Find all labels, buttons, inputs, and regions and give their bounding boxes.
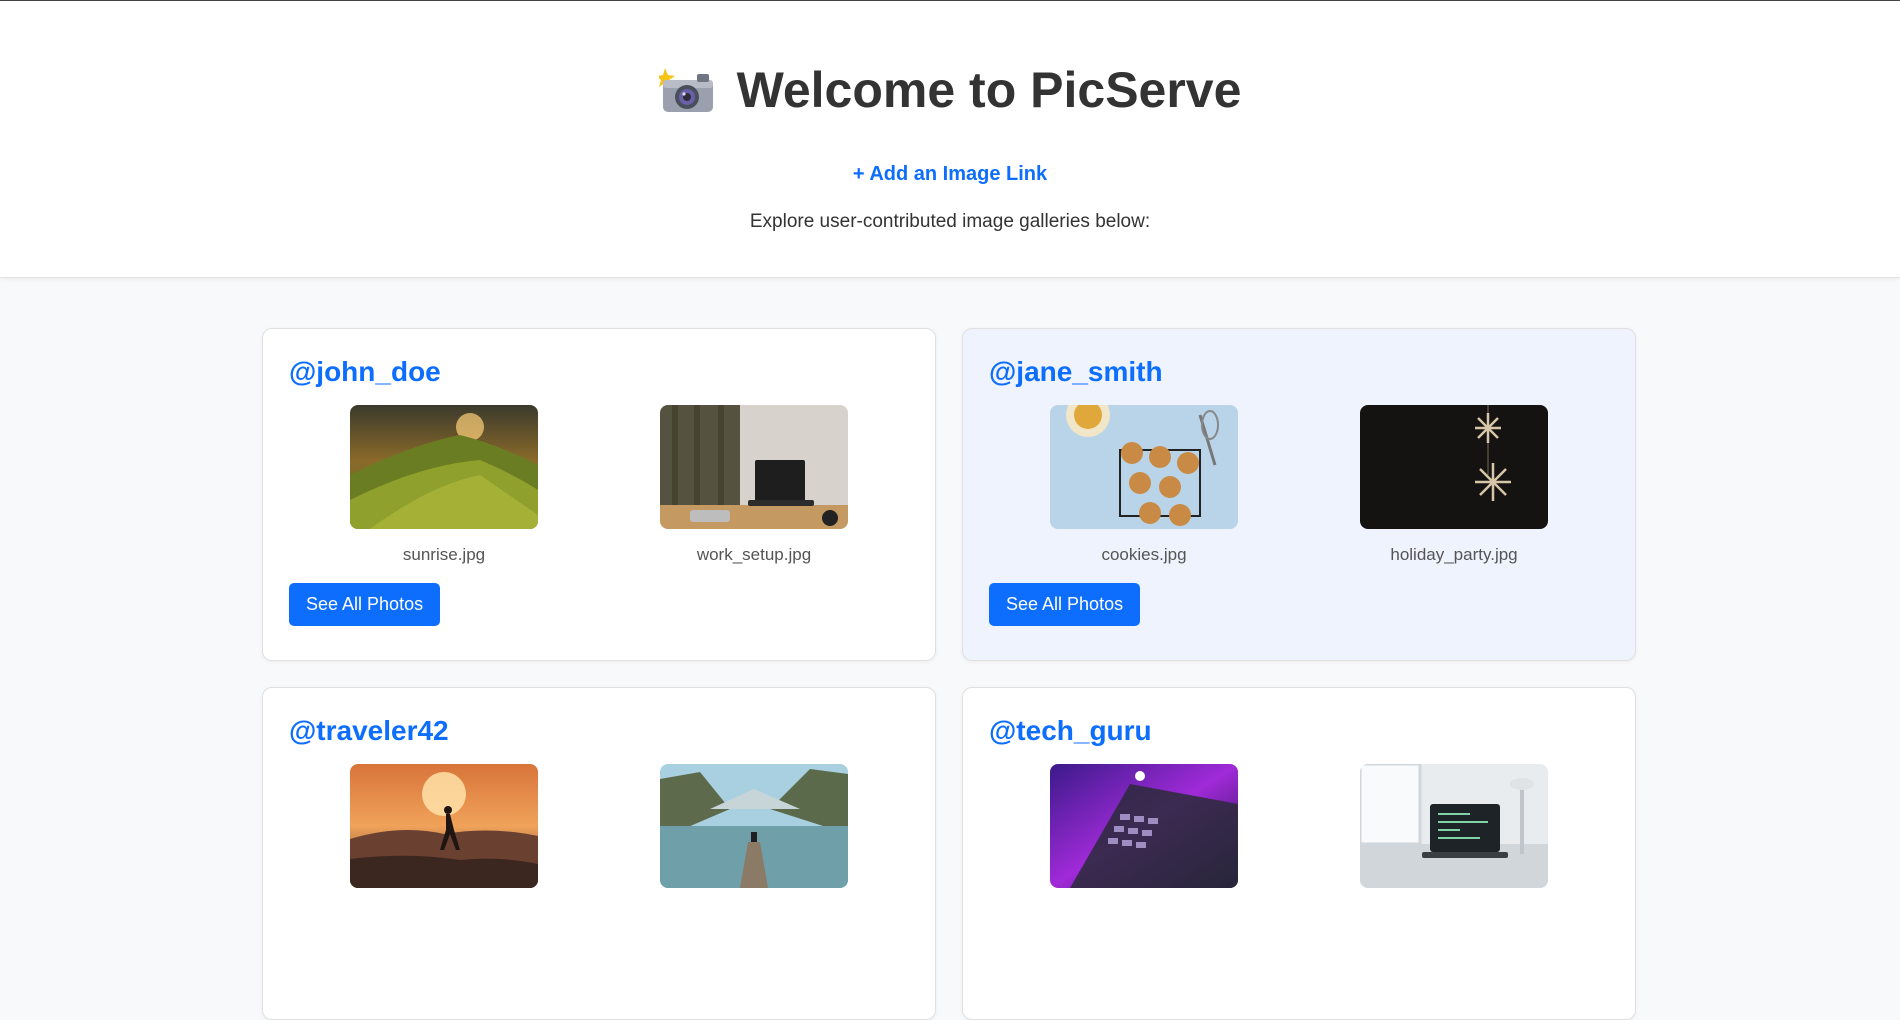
photo-thumbnail-lake-dock[interactable] (660, 764, 848, 888)
photo-thumbnail-cookies[interactable] (1050, 405, 1238, 529)
gallery-username[interactable]: @john_doe (289, 355, 909, 389)
photo-item: work_setup.jpg (599, 405, 909, 565)
gallery-username[interactable]: @traveler42 (289, 714, 909, 748)
photo-caption: work_setup.jpg (696, 545, 812, 564)
page-title-text: Welcome to PicServe (736, 62, 1242, 118)
photo-thumbnail-sunrise[interactable] (350, 405, 538, 529)
photo-thumbnail-holiday-party[interactable] (1360, 405, 1548, 529)
page-header: Welcome to PicServe + Add an Image Link … (0, 1, 1900, 278)
photo-caption: holiday_party.jpg (1390, 545, 1518, 564)
photo-thumbnail-work-setup[interactable] (660, 405, 848, 529)
gallery-card: @tech_guru (962, 687, 1636, 1020)
page-subtitle: Explore user-contributed image galleries… (749, 211, 1151, 232)
photo-row (989, 764, 1609, 904)
see-all-photos-button[interactable]: See All Photos (289, 583, 441, 626)
photo-item: sunrise.jpg (289, 405, 599, 565)
gallery-username[interactable]: @jane_smith (989, 355, 1609, 389)
photo-item (989, 764, 1299, 904)
photo-row (289, 764, 909, 904)
photo-item: holiday_party.jpg (1299, 405, 1609, 565)
photo-item (599, 764, 909, 904)
photo-item: cookies.jpg (989, 405, 1299, 565)
gallery-username[interactable]: @tech_guru (989, 714, 1609, 748)
photo-row: sunrise.jpg work_setup.jpg (289, 405, 909, 565)
photo-item (1299, 764, 1609, 904)
photo-row: cookies.jpg holiday_party.jpg (989, 405, 1609, 565)
photo-thumbnail-purple-laptop[interactable] (1050, 764, 1238, 888)
gallery-card: @jane_smith cookies.jpg holiday_party.jp… (962, 328, 1636, 661)
gallery-grid: @john_doe sunrise.jpg work_setup.jpg See… (262, 328, 1636, 1020)
photo-item (289, 764, 599, 904)
photo-thumbnail-hiker-sunset[interactable] (350, 764, 538, 888)
gallery-card: @john_doe sunrise.jpg work_setup.jpg See… (262, 328, 936, 661)
photo-caption: cookies.jpg (1101, 545, 1187, 564)
photo-thumbnail-desk-monitor[interactable] (1360, 764, 1548, 888)
photo-caption: sunrise.jpg (402, 545, 486, 564)
add-image-link[interactable]: + Add an Image Link (0, 163, 1900, 186)
camera-flash-icon (658, 68, 713, 112)
gallery-card: @traveler42 (262, 687, 936, 1020)
see-all-photos-button[interactable]: See All Photos (989, 583, 1141, 626)
page-title: Welcome to PicServe (0, 61, 1900, 119)
